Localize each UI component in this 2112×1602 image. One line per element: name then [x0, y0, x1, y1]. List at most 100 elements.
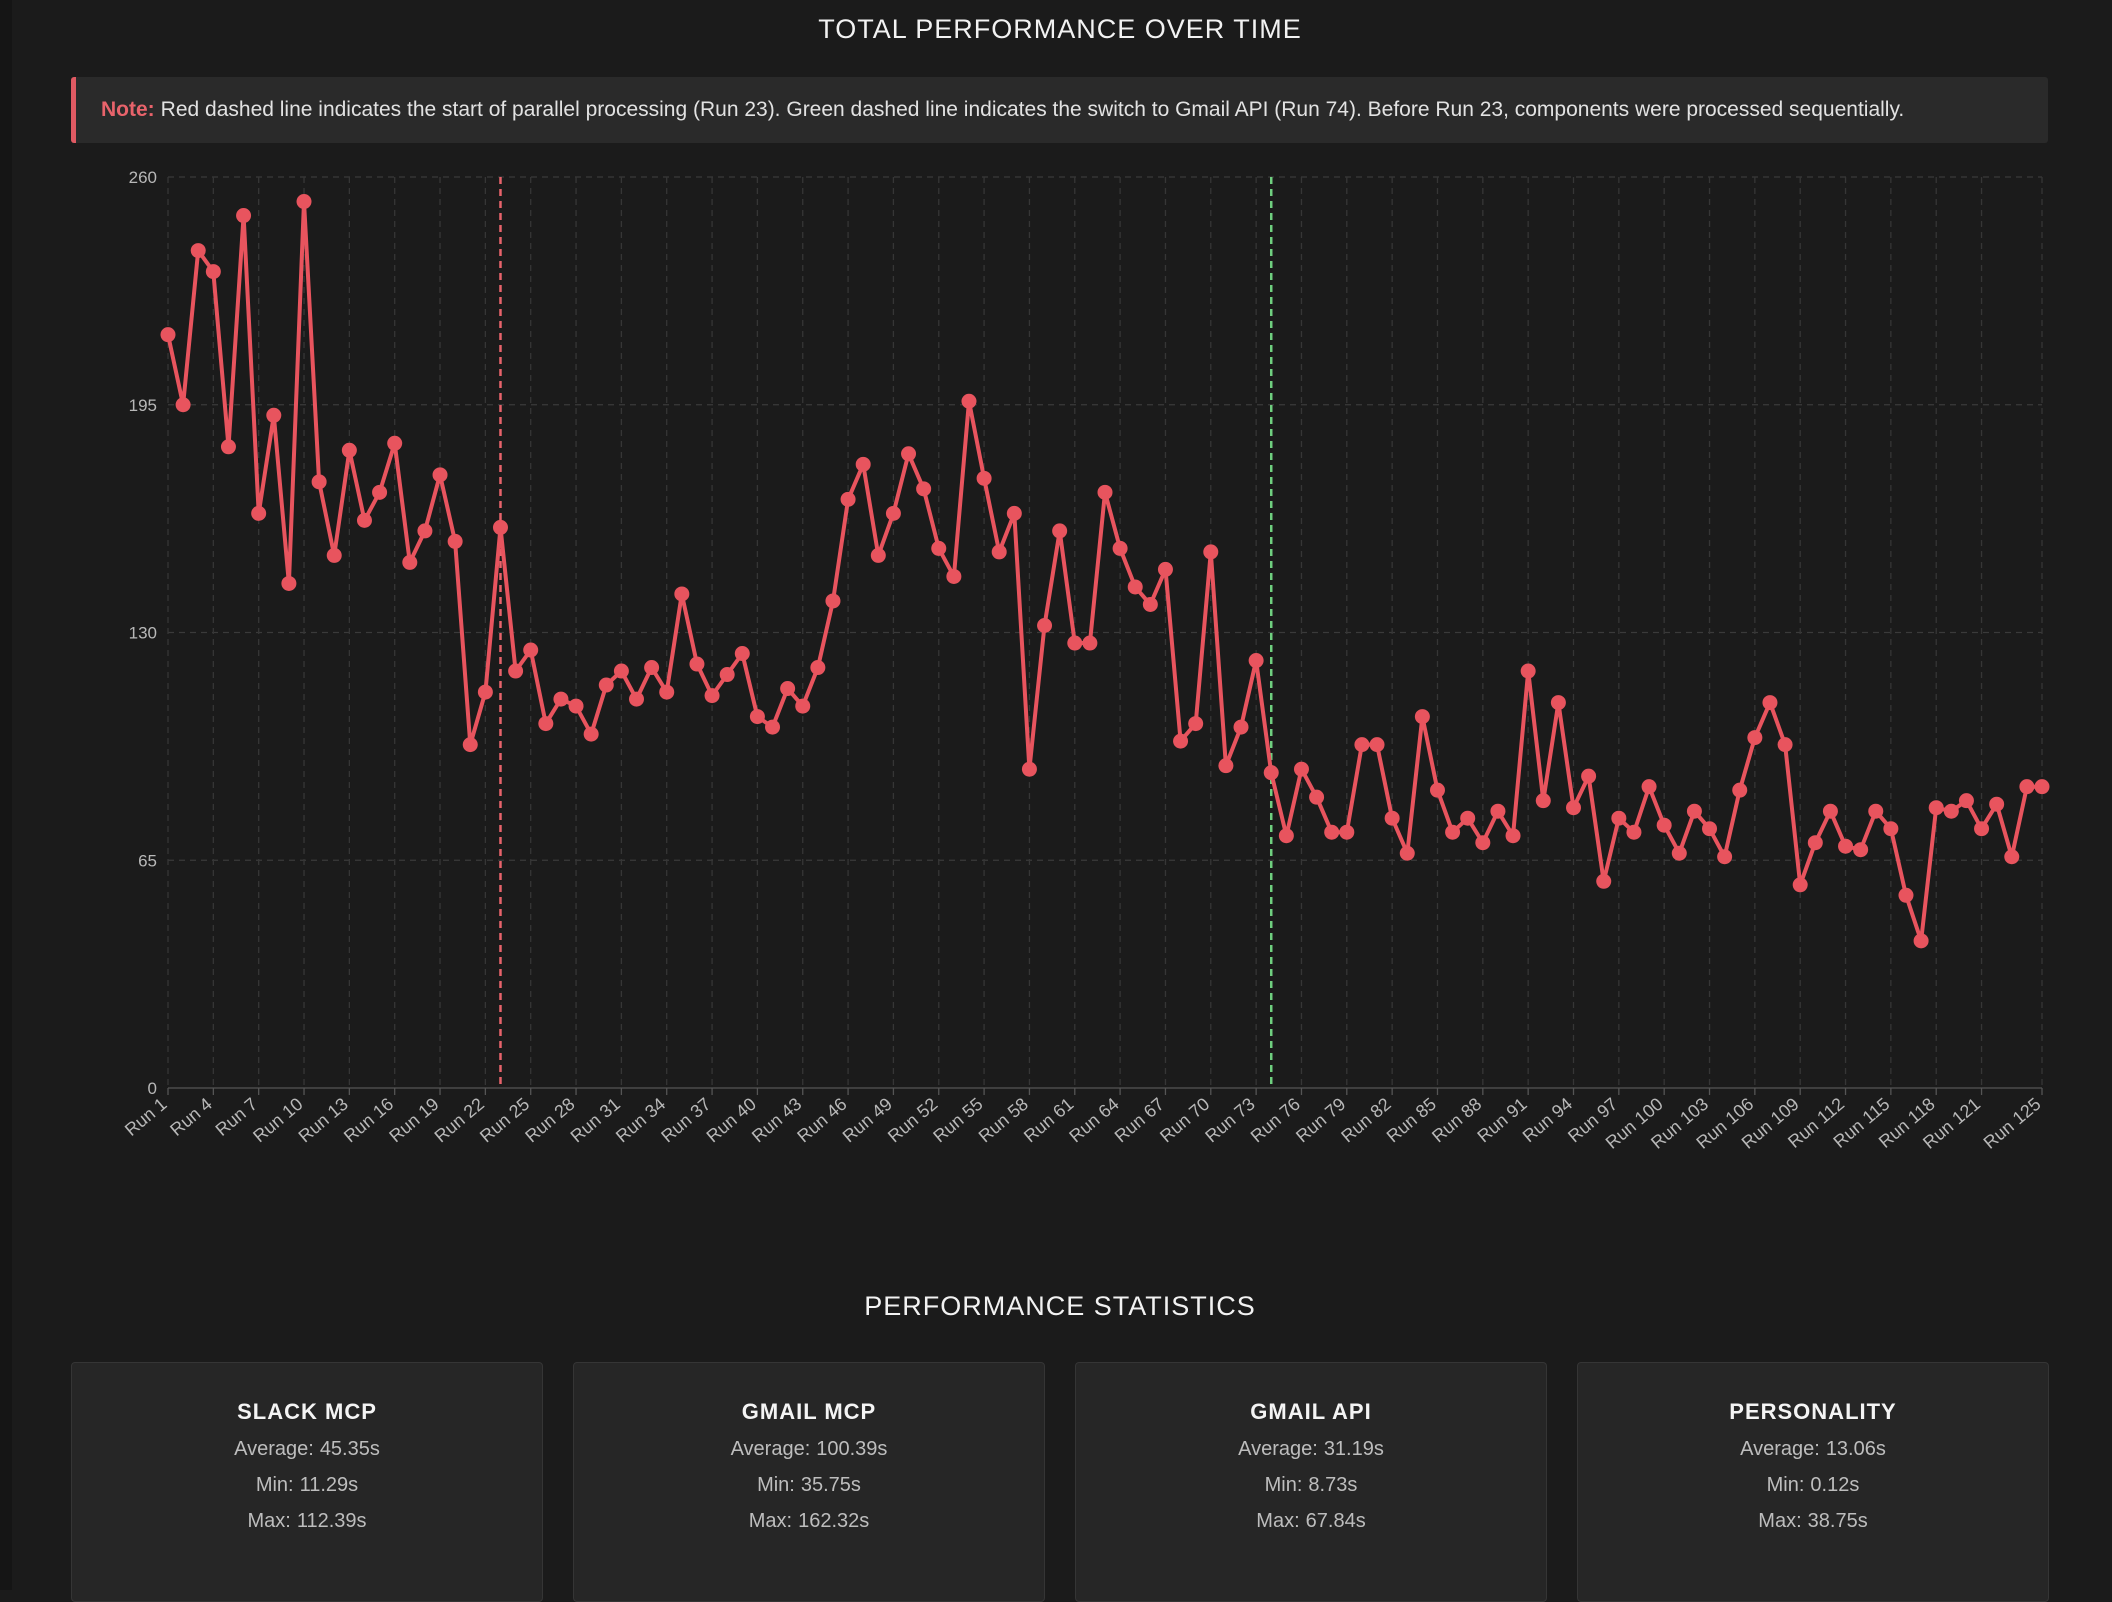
- data-point: [644, 660, 660, 676]
- data-point: [689, 656, 705, 672]
- x-tick-label: Run 79: [1292, 1094, 1349, 1147]
- y-tick-label: 65: [138, 851, 157, 870]
- stat-max-label: Max:: [247, 1510, 291, 1532]
- data-point: [1958, 793, 1974, 809]
- data-point: [1052, 523, 1068, 539]
- data-point: [719, 667, 735, 683]
- data-point: [1943, 803, 1959, 819]
- data-point: [1248, 653, 1264, 669]
- data-point: [704, 688, 720, 704]
- data-point: [613, 663, 629, 679]
- stat-max-value: 112.39s: [296, 1510, 367, 1532]
- data-point: [1581, 768, 1597, 784]
- stat-max-label: Max:: [1256, 1510, 1300, 1532]
- data-point: [961, 393, 977, 409]
- stat-average-label: Average:: [730, 1438, 811, 1460]
- data-point: [2004, 849, 2020, 865]
- x-tick-label: Run 70: [1156, 1094, 1213, 1147]
- stat-max-value: 67.84s: [1305, 1510, 1366, 1532]
- data-point: [659, 684, 675, 700]
- stat-min-label: Min:: [757, 1474, 795, 1496]
- data-point: [1293, 761, 1309, 777]
- x-tick-label: Run 31: [567, 1094, 624, 1147]
- data-point: [1263, 765, 1279, 781]
- series-line: [166, 199, 2044, 943]
- data-point: [583, 726, 599, 742]
- data-point: [568, 698, 584, 714]
- data-point: [1853, 842, 1869, 858]
- stat-min: Min: 11.29s: [72, 1474, 542, 1497]
- data-point: [1354, 737, 1370, 753]
- data-point: [341, 442, 357, 458]
- data-point: [387, 435, 403, 451]
- data-point: [1475, 835, 1491, 851]
- x-tick-label: Run 46: [793, 1094, 850, 1147]
- data-point: [1309, 789, 1325, 805]
- data-point: [734, 646, 750, 662]
- data-point: [1142, 596, 1158, 612]
- data-point: [538, 716, 554, 732]
- x-tick-label: Run 76: [1247, 1094, 1304, 1147]
- stat-max: Max: 67.84s: [1076, 1510, 1546, 1533]
- data-point: [885, 505, 901, 521]
- x-tick-label: Run 49: [839, 1094, 896, 1147]
- y-tick-label: 260: [129, 168, 157, 187]
- x-tick-label: Run 37: [657, 1094, 714, 1147]
- y-tick-label: 130: [129, 624, 157, 643]
- data-point: [916, 481, 932, 497]
- data-point: [1762, 695, 1778, 711]
- data-point: [1021, 761, 1037, 777]
- data-point: [1550, 695, 1566, 711]
- data-point: [1460, 810, 1476, 826]
- data-point: [477, 684, 493, 700]
- x-tick-label: Run 88: [1428, 1094, 1485, 1147]
- stat-max-value: 162.32s: [798, 1510, 870, 1532]
- data-point: [1429, 782, 1445, 798]
- data-point: [1717, 849, 1733, 865]
- x-tick-label: Run 28: [521, 1094, 578, 1147]
- stat-average-value: 31.19s: [1323, 1438, 1384, 1460]
- stat-max-label: Max:: [748, 1510, 793, 1532]
- data-point: [447, 533, 463, 549]
- stat-average: Average: 31.19s: [1076, 1438, 1546, 1461]
- data-point: [205, 264, 221, 280]
- data-point: [1173, 733, 1189, 749]
- data-point: [840, 491, 856, 507]
- data-point: [236, 208, 252, 224]
- data-point: [553, 691, 569, 707]
- data-point: [220, 439, 236, 455]
- stat-name: GMAIL API: [1250, 1399, 1372, 1424]
- stat-average-value: 13.06s: [1825, 1438, 1886, 1460]
- data-point: [976, 470, 992, 486]
- data-point: [266, 407, 282, 423]
- x-tick-label: Run 125: [1980, 1094, 2045, 1153]
- stat-min-label: Min:: [255, 1474, 294, 1496]
- data-point: [1157, 561, 1173, 577]
- x-tick-label: Run 1: [121, 1094, 171, 1140]
- stat-min: Min: 0.12s: [1578, 1474, 2048, 1497]
- data-point: [356, 512, 372, 528]
- data-point: [1611, 810, 1627, 826]
- x-tick-label: Run 85: [1383, 1094, 1440, 1147]
- x-tick-label: Run 64: [1065, 1094, 1122, 1147]
- data-point: [326, 547, 342, 563]
- data-point: [1414, 709, 1430, 725]
- stat-name: SLACK MCP: [237, 1399, 377, 1424]
- x-tick-label: Run 52: [884, 1094, 941, 1147]
- data-point: [1339, 824, 1355, 840]
- data-point: [492, 519, 508, 535]
- x-tick-label: Run 91: [1473, 1094, 1530, 1147]
- data-point: [281, 575, 297, 591]
- data-point: [1535, 793, 1551, 809]
- x-tick-label: Run 16: [340, 1094, 397, 1147]
- data-point: [1671, 845, 1687, 861]
- stat-min-value: 11.29s: [299, 1474, 359, 1496]
- data-point: [175, 397, 191, 413]
- data-point: [1203, 544, 1219, 560]
- stat-card-personality: PERSONALITY Average: 13.06s Min: 0.12s Max…: [1577, 1362, 2049, 1602]
- x-tick-label: Run 82: [1337, 1094, 1394, 1147]
- stat-min: Min: 35.75s: [574, 1474, 1044, 1497]
- stat-average: Average: 13.06s: [1578, 1438, 2048, 1461]
- data-point: [417, 523, 433, 539]
- data-point: [749, 709, 765, 725]
